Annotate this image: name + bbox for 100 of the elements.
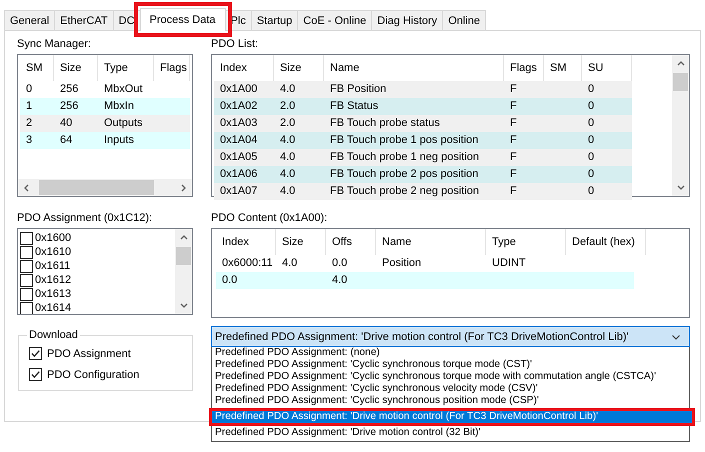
table-cell-text: UDINT <box>491 256 527 271</box>
table-cell-text: 0 <box>587 150 596 165</box>
table-cell-text: MbxOut <box>103 82 144 97</box>
checkbox[interactable] <box>20 260 33 272</box>
table-cell-text: 4.0 <box>279 82 296 97</box>
group-title: Download <box>28 329 79 341</box>
table-cell-text: 4.0 <box>281 256 298 271</box>
table-cell-text: 4.0 <box>279 150 296 165</box>
table-cell-text: 0x6000:11 <box>221 256 274 271</box>
tab[interactable]: Startup <box>250 10 298 30</box>
table-row[interactable]: 2 40 Outputs <box>20 115 190 132</box>
list-item[interactable]: 0x1611 <box>35 259 70 273</box>
table-row[interactable]: 0x1A02 2.0 FB Status F 0 <box>214 98 632 115</box>
table-cell-text: FB Touch probe 1 pos position <box>329 133 480 148</box>
table-row[interactable]: 0x1A06 4.0 FB Touch probe 2 pos position F 0 <box>214 166 632 183</box>
tab[interactable]: Online <box>442 10 486 30</box>
dropdown-option[interactable]: Predefined PDO Assignment: 'Cyclic synchronous torque mode with commutation angle (CSTCA)' <box>212 371 689 383</box>
table-cell-text: 40 <box>59 116 74 131</box>
table-cell-text: FB Touch probe 2 neg position <box>329 184 480 199</box>
table-row[interactable]: 0x1A03 2.0 FB Touch probe status F 0 <box>214 115 632 132</box>
table-cell-text: 0 <box>587 167 596 182</box>
checkbox[interactable] <box>20 288 33 300</box>
table-cell-text: F <box>509 184 518 199</box>
table-row[interactable]: 0x1A05 4.0 FB Touch probe 1 neg position F 0 <box>214 149 632 166</box>
checkbox-label[interactable]: PDO Assignment <box>47 348 131 360</box>
table-row[interactable]: 0.0 4.0 <box>216 272 634 289</box>
checkbox[interactable] <box>20 246 33 258</box>
dropdown-option[interactable]: Predefined PDO Assignment: 'Cyclic synchronous torque mode (CST)' <box>212 359 689 371</box>
table-cell-text: 0x1A04 <box>219 133 258 148</box>
table-cell-text: Outputs <box>103 116 144 131</box>
list-item[interactable]: 0x1612 <box>35 273 72 287</box>
tab[interactable]: CoE - Online <box>297 10 372 30</box>
table-cell-text: FB Position <box>329 82 388 97</box>
table-cell-text: 0 <box>587 99 596 114</box>
dropdown-option[interactable]: Predefined PDO Assignment: 'Cyclic synchronous position mode (CSP)' <box>212 395 689 407</box>
table-cell-text: 0 <box>587 82 596 97</box>
predefined-dropdown[interactable]: Predefined PDO Assignment: 'Drive motion control (For TC3 DriveMotionControl Lib)' <box>211 326 690 347</box>
scrollbar-thumb[interactable] <box>39 180 154 195</box>
table-cell-text: 0x1A03 <box>219 116 258 131</box>
table-cell-text: 0x1A05 <box>219 150 258 165</box>
table-row[interactable]: 0x1A00 4.0 FB Position F 0 <box>214 81 632 98</box>
table-cell-text: F <box>509 82 518 97</box>
table-cell-text: 0 <box>25 82 34 97</box>
list-item[interactable]: 0x1600 <box>35 231 72 245</box>
table-row[interactable]: 0x1A07 4.0 FB Touch probe 2 neg position F 0 <box>214 183 632 200</box>
table-cell-text: 2.0 <box>279 116 296 131</box>
table-cell-text: 0 <box>587 133 596 148</box>
dropdown-option[interactable]: Predefined PDO Assignment: 'Drive motion control (32 Bit)' <box>212 427 689 439</box>
checkbox[interactable] <box>20 302 33 314</box>
dropdown-option[interactable]: Predefined PDO Assignment: 'Drive motion control (For TC3 DriveMotionControl Lib)' <box>212 411 692 423</box>
table-row[interactable]: 1 256 MbxIn <box>20 98 190 115</box>
tab[interactable]: General <box>4 10 56 30</box>
table-cell-text: 256 <box>59 82 80 97</box>
section-label: PDO Content (0x1A00): <box>211 211 328 226</box>
table-cell-text: 64 <box>59 133 74 148</box>
table-cell-text: 0.0 <box>331 256 348 271</box>
list-item[interactable]: 0x1613 <box>35 287 72 301</box>
checkbox[interactable] <box>29 347 42 360</box>
table-cell-text: 4.0 <box>279 184 296 199</box>
table-row[interactable]: 0x1A04 4.0 FB Touch probe 1 pos position F 0 <box>214 132 632 149</box>
table-cell-text: F <box>509 133 518 148</box>
dropdown-option[interactable]: Predefined PDO Assignment: 'Cyclic synchronous velocity mode (CSV)' <box>212 383 689 395</box>
table-cell-text: FB Touch probe 1 neg position <box>329 150 480 165</box>
horizontal-scrollbar[interactable] <box>18 179 192 196</box>
table-cell-text: 0 <box>587 116 596 131</box>
scrollbar-thumb[interactable] <box>673 73 688 91</box>
table-cell-text: FB Touch probe status <box>329 116 441 131</box>
table-cell-text: 0x1A06 <box>219 167 258 182</box>
checkbox[interactable] <box>20 274 33 286</box>
dropdown-option[interactable]: Predefined PDO Assignment: (none) <box>212 347 689 359</box>
table-cell-text: 1 <box>25 99 34 114</box>
table-cell-text: F <box>509 99 518 114</box>
checkbox-label[interactable]: PDO Configuration <box>47 368 140 380</box>
table-cell-text: 4.0 <box>279 133 296 148</box>
table-row[interactable]: 3 64 Inputs <box>20 132 190 149</box>
table-cell-text: 0x1A02 <box>219 99 258 114</box>
list-item[interactable]: 0x1614 <box>35 301 72 314</box>
table-cell-text: 2 <box>25 116 34 131</box>
checkbox[interactable] <box>20 232 33 244</box>
tab[interactable]: Diag History <box>371 10 444 30</box>
section-label: PDO Assignment (0x1C12): <box>17 211 154 226</box>
tab[interactable]: EtherCAT <box>54 10 114 30</box>
vertical-scrollbar[interactable] <box>672 55 689 196</box>
table-cell-text: 4.0 <box>331 273 348 288</box>
table-cell-text: 0.0 <box>221 273 238 288</box>
table-cell-text: Position <box>381 256 422 271</box>
section-label: PDO List: <box>211 37 260 52</box>
table-cell-text: Inputs <box>103 133 135 148</box>
checkbox[interactable] <box>29 368 42 381</box>
vertical-scrollbar[interactable] <box>175 229 192 314</box>
section-label: Sync Manager: <box>17 37 92 52</box>
table-cell-text: F <box>509 116 518 131</box>
scrollbar-thumb[interactable] <box>176 247 191 265</box>
table-cell-text: 4.0 <box>279 167 296 182</box>
table-cell-text: F <box>509 150 518 165</box>
table-cell-text: 3 <box>25 133 34 148</box>
list-item[interactable]: 0x1610 <box>35 245 72 259</box>
table-cell-text: MbxIn <box>103 99 135 114</box>
table-cell-text: 0x1A07 <box>219 184 258 199</box>
table-cell-text: 256 <box>59 99 80 114</box>
